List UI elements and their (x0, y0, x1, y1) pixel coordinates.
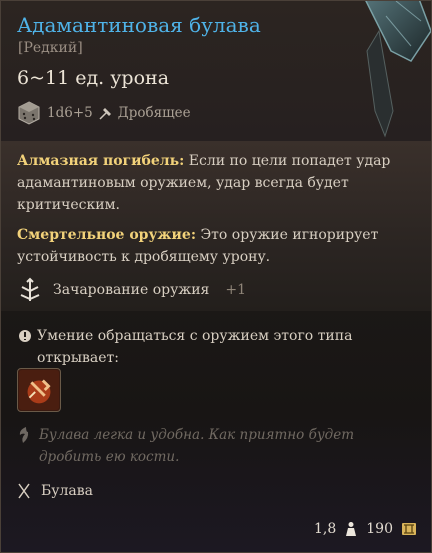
flavor-text: Булава легка и удобна. Как приятно будет… (39, 427, 355, 465)
action-icon[interactable] (17, 368, 61, 412)
mace-icon (18, 483, 30, 499)
property-diamond-bane: Алмазная погибель: Если по цели попадет … (17, 150, 417, 216)
damage-dice-row: 1d6+5 Дробящее (17, 101, 191, 125)
item-name: Адамантиновая булава (17, 13, 261, 37)
enchant-icon (20, 277, 40, 301)
weapon-type-row: Булава (17, 483, 93, 499)
enchantment-row: Зачарование оружия +1 (17, 277, 246, 303)
property-name: Смертельное оружие: (17, 227, 197, 243)
flavor-icon (19, 427, 29, 443)
dice-icon (18, 101, 40, 125)
property-name: Алмазная погибель: (17, 153, 185, 169)
tooltip-header: Адамантиновая булава [Редкий] 6~11 ед. у… (1, 1, 431, 141)
item-weight: 1,8 (314, 521, 337, 537)
flavor-text-row: Булава легка и удобна. Как приятно будет… (17, 424, 417, 468)
item-value: 190 (366, 521, 393, 537)
weapon-art-icon (365, 1, 431, 138)
item-footer: 1,8 190 (314, 521, 417, 537)
proficiency-icon (19, 330, 31, 342)
item-tooltip: Адамантиновая булава [Редкий] 6~11 ед. у… (0, 0, 432, 553)
item-rarity: [Редкий] (18, 40, 83, 56)
damage-dice: 1d6+5 (47, 105, 93, 121)
weapon-type: Булава (41, 483, 93, 499)
coin-icon (402, 523, 416, 535)
property-deadly-weapon: Смертельное оружие: Это оружие игнорируе… (17, 224, 417, 268)
damage-range: 6~11 ед. урона (17, 67, 170, 89)
hammer-icon (99, 107, 111, 120)
damage-type: Дробящее (117, 105, 191, 121)
proficiency-row: Умение обращаться с оружием этого типа о… (17, 325, 397, 369)
proficiency-text: Умение обращаться с оружием этого типа о… (37, 328, 353, 366)
enchantment-bonus: +1 (225, 282, 246, 298)
properties-section: Алмазная погибель: Если по цели попадет … (1, 141, 431, 311)
weight-icon (346, 522, 357, 536)
enchantment-label: Зачарование оружия (53, 282, 210, 298)
